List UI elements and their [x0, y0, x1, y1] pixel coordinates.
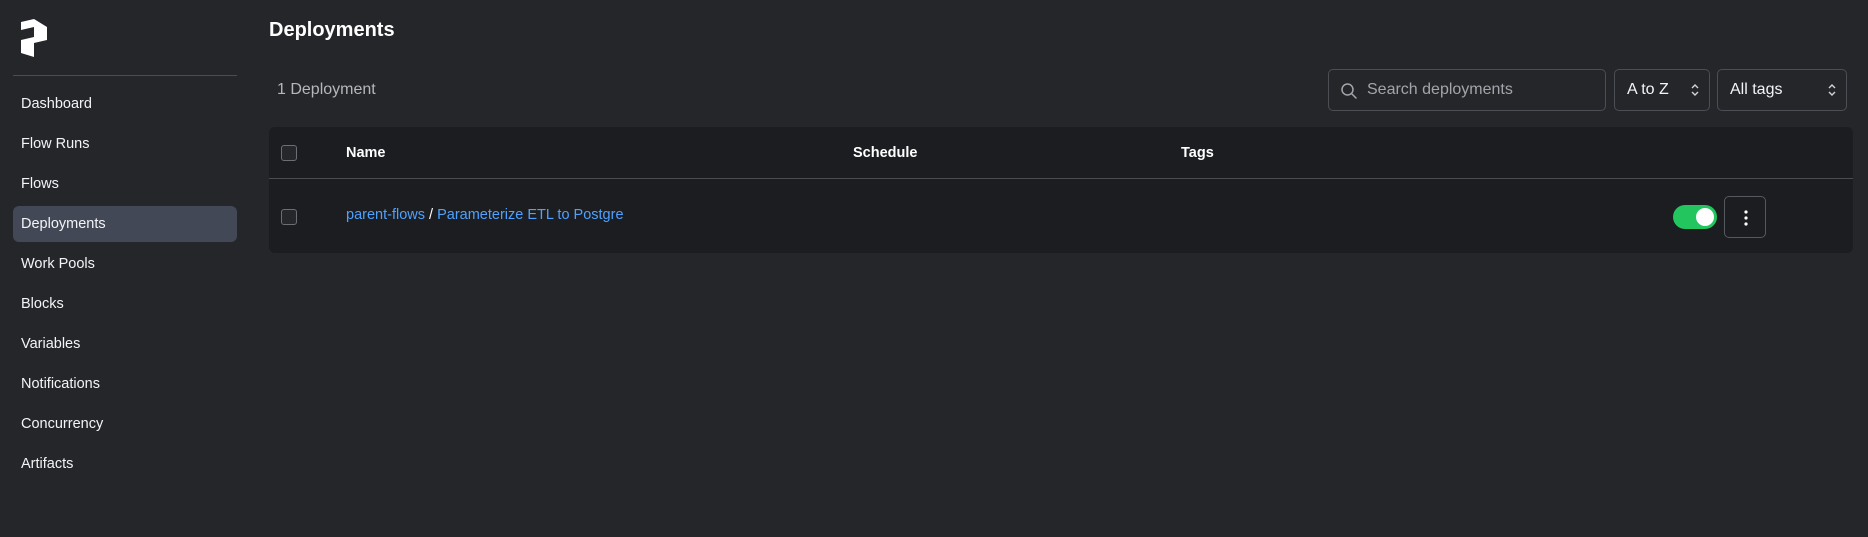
search-input[interactable]: [1367, 70, 1599, 110]
sidebar-divider: [13, 75, 237, 76]
toggle-knob: [1696, 208, 1714, 226]
tags-filter-select[interactable]: All tags: [1717, 69, 1847, 111]
search-box[interactable]: [1328, 69, 1606, 111]
deployment-count: 1 Deployment: [277, 81, 376, 98]
deployment-enabled-toggle[interactable]: [1673, 205, 1717, 229]
deployment-name-cell: parent-flows / Parameterize ETL to Postg…: [346, 207, 624, 223]
prefect-logo-icon[interactable]: [21, 19, 47, 57]
select-all-checkbox[interactable]: [281, 145, 297, 161]
row-checkbox[interactable]: [281, 209, 297, 225]
chevron-up-down-icon: [1691, 84, 1699, 96]
table-header: Name Schedule Tags: [269, 127, 1853, 179]
sidebar: Dashboard Flow Runs Flows Deployments Wo…: [0, 0, 250, 537]
sidebar-item-concurrency[interactable]: Concurrency: [13, 406, 237, 442]
sidebar-item-dashboard[interactable]: Dashboard: [13, 86, 237, 122]
column-header-name: Name: [346, 145, 386, 161]
search-icon: [1341, 83, 1357, 99]
tags-select-value: All tags: [1730, 81, 1783, 98]
sidebar-item-flow-runs[interactable]: Flow Runs: [13, 126, 237, 162]
app: Dashboard Flow Runs Flows Deployments Wo…: [0, 0, 1868, 537]
sidebar-item-work-pools[interactable]: Work Pools: [13, 246, 237, 282]
sidebar-item-deployments[interactable]: Deployments: [13, 206, 237, 242]
sidebar-item-flows[interactable]: Flows: [13, 166, 237, 202]
table-row: parent-flows / Parameterize ETL to Postg…: [269, 180, 1853, 253]
deployment-name-link[interactable]: Parameterize ETL to Postgre: [437, 207, 623, 223]
sidebar-item-blocks[interactable]: Blocks: [13, 286, 237, 322]
sidebar-item-artifacts[interactable]: Artifacts: [13, 446, 237, 482]
sidebar-item-notifications[interactable]: Notifications: [13, 366, 237, 402]
deployments-table: Name Schedule Tags parent-flows / Parame…: [269, 127, 1853, 253]
sort-select[interactable]: A to Z: [1614, 69, 1710, 111]
column-header-schedule: Schedule: [853, 145, 918, 161]
chevron-up-down-icon: [1828, 84, 1836, 96]
sort-select-value: A to Z: [1627, 81, 1669, 98]
page-title: Deployments: [269, 19, 395, 41]
flow-name-link[interactable]: parent-flows: [346, 207, 425, 223]
kebab-menu-icon: [1744, 210, 1748, 226]
name-separator: /: [429, 207, 434, 223]
row-actions-menu-button[interactable]: [1724, 196, 1766, 238]
sidebar-nav: Dashboard Flow Runs Flows Deployments Wo…: [13, 86, 237, 486]
column-header-tags: Tags: [1181, 145, 1214, 161]
sidebar-item-variables[interactable]: Variables: [13, 326, 237, 362]
